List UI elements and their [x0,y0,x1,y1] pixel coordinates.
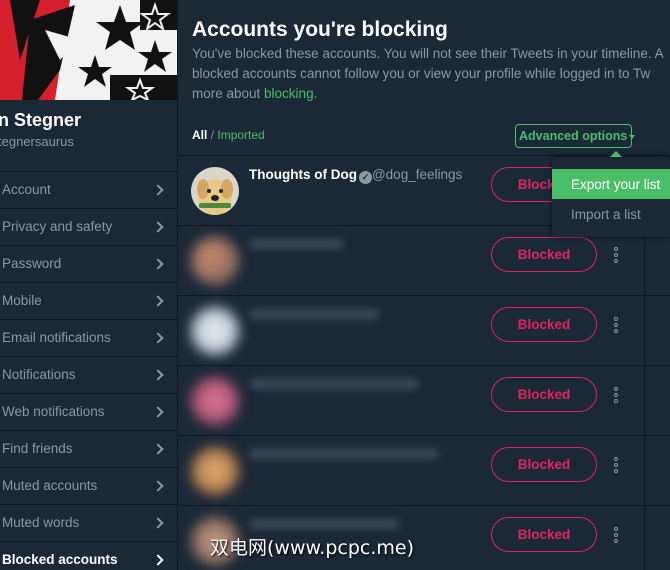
profile-name: n Stegner [0,110,82,130]
sidebar-item-label: Web notifications [2,404,105,419]
blocked-accounts-panel: Accounts you're blocking You've blocked … [177,0,670,570]
chevron-right-icon [152,554,164,566]
account-name[interactable]: Thoughts of Dog ✓ @dog_feelings [249,167,462,184]
avatar[interactable] [191,377,239,425]
chevron-right-icon [152,332,164,344]
profile-handle: tegnersaurus [0,134,74,149]
blocked-button[interactable]: Blocked [491,517,597,552]
advanced-options-button[interactable]: Advanced options [515,124,636,148]
chevron-right-icon [152,480,164,492]
redacted-name [249,379,419,389]
avatar[interactable] [191,237,239,285]
chevron-right-icon [152,258,164,270]
sidebar-item-label: Account [2,182,51,197]
sidebar-item-muted-accounts[interactable]: Muted accounts [0,467,177,504]
avatar[interactable] [191,307,239,355]
chevron-right-icon [152,517,164,529]
avatar[interactable] [191,447,239,495]
sidebar-item-blocked-accounts[interactable]: Blocked accounts [0,541,177,570]
description-text: more about [192,86,265,101]
sidebar-item-password[interactable]: Password [0,245,177,282]
sidebar-item-label: Muted accounts [2,478,98,493]
filter-separator: / [207,128,218,142]
watermark-text: 双电网(www.pcpc.me) [210,537,414,559]
sidebar-item-label: Muted words [2,515,80,530]
sidebar-item-label: Notifications [2,367,76,382]
sidebar-item-mobile[interactable]: Mobile [0,282,177,319]
description-line: You've blocked these accounts. You will … [192,46,664,61]
sidebar-item-find-friends[interactable]: Find friends [0,430,177,467]
avatar[interactable] [191,167,239,215]
list-item: Blocked [178,436,670,506]
more-options-icon[interactable] [614,247,620,265]
sidebar-item-label: Password [2,256,62,271]
filter-imported-tab[interactable]: Imported [217,128,264,142]
chevron-right-icon [152,369,164,381]
blocking-link[interactable]: blocking. [264,86,317,101]
sidebar-item-label: Email notifications [2,330,111,345]
description-line: blocked accounts cannot follow you or vi… [192,66,651,81]
sidebar-item-privacy-and-safety[interactable]: Privacy and safety [0,208,177,245]
settings-sidebar: n Stegner tegnersaurus Account Privacy a… [0,0,177,570]
redacted-name [249,519,399,529]
list-item: Blocked [178,296,670,366]
advanced-options-label: Advanced options [519,129,628,143]
caret-down-icon [629,134,636,139]
blocked-button[interactable]: Blocked [491,307,597,342]
settings-nav: Account Privacy and safety Password Mobi… [0,171,177,570]
more-options-icon[interactable] [614,317,620,335]
sidebar-item-label: Privacy and safety [2,219,113,234]
sidebar-item-notifications[interactable]: Notifications [0,356,177,393]
import-list-menu-item[interactable]: Import a list [552,199,670,229]
profile-card: n Stegner tegnersaurus [0,100,177,172]
sidebar-item-web-notifications[interactable]: Web notifications [0,393,177,430]
redacted-name [249,449,439,459]
blocked-button[interactable]: Blocked [491,447,597,482]
description-line: more about blocking. [192,84,670,104]
verified-icon: ✓ [358,171,372,184]
chevron-right-icon [152,295,164,307]
page-title: Accounts you're blocking [192,18,448,41]
profile-banner [0,0,177,100]
redacted-name [249,309,379,319]
account-handle: @dog_feelings [371,167,463,182]
more-options-icon[interactable] [614,387,620,405]
sidebar-item-account[interactable]: Account [0,171,177,208]
blocked-button[interactable]: Blocked [491,377,597,412]
more-options-icon[interactable] [614,457,620,475]
sidebar-item-muted-words[interactable]: Muted words [0,504,177,541]
filter-all-tab[interactable]: All [192,128,207,142]
chevron-right-icon [152,406,164,418]
chevron-right-icon [152,184,164,196]
sidebar-item-label: Mobile [2,293,42,308]
more-options-icon[interactable] [614,527,620,545]
export-list-menu-item[interactable]: Export your list [552,169,670,199]
list-item: Blocked [178,366,670,436]
chevron-right-icon [152,221,164,233]
advanced-options-menu: Export your list Import a list [552,151,670,237]
sidebar-item-email-notifications[interactable]: Email notifications [0,319,177,356]
chevron-right-icon [152,443,164,455]
filter-tabs: All / Imported [192,128,265,142]
redacted-name [249,239,344,249]
sidebar-item-label: Blocked accounts [2,552,118,567]
blocked-button[interactable]: Blocked [491,237,597,272]
page-description: You've blocked these accounts. You will … [192,44,670,104]
sidebar-item-label: Find friends [2,441,73,456]
account-display-name: Thoughts of Dog [249,167,357,182]
